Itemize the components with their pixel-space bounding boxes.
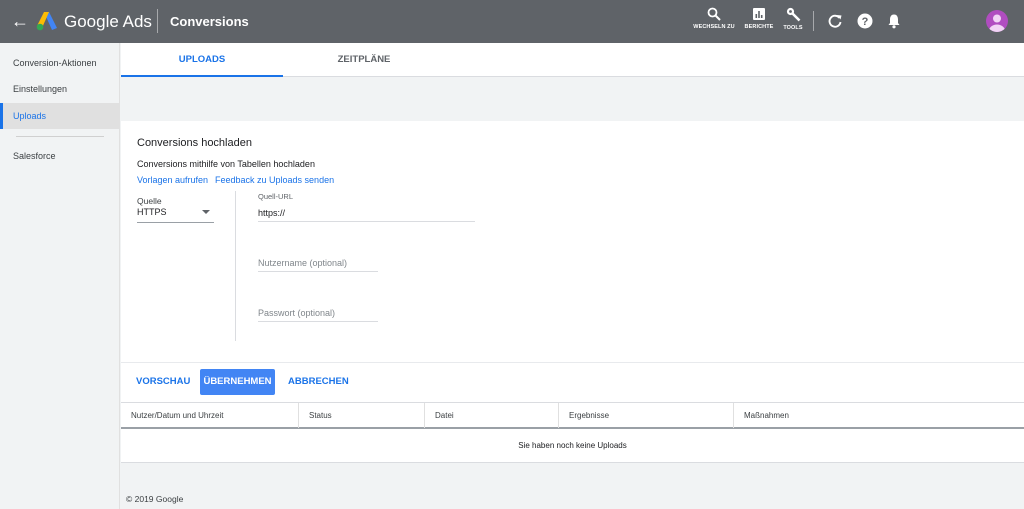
header-divider xyxy=(813,11,814,31)
help-icon[interactable]: ? xyxy=(857,13,873,29)
cancel-button[interactable]: ABBRECHEN xyxy=(288,370,349,394)
sidebar-item-conversion-actions[interactable]: Conversion-Aktionen xyxy=(0,50,120,76)
switch-to-button[interactable]: WECHSELN ZU xyxy=(692,7,736,37)
source-value: HTTPS xyxy=(137,207,167,217)
form-divider xyxy=(235,191,236,341)
sidebar-item-salesforce[interactable]: Salesforce xyxy=(0,143,120,169)
column-header[interactable]: Nutzer/Datum und Uhrzeit xyxy=(121,403,299,428)
google-ads-logo xyxy=(36,12,57,31)
column-header[interactable]: Status xyxy=(299,403,425,428)
tools-label: TOOLS xyxy=(783,25,803,31)
search-icon xyxy=(707,7,721,21)
empty-state-message: Sie haben noch keine Uploads xyxy=(121,429,1024,463)
upload-subtitle: Conversions mithilfe von Tabellen hochla… xyxy=(137,159,315,169)
upload-title: Conversions hochladen xyxy=(137,137,252,149)
source-select[interactable]: HTTPS xyxy=(137,205,214,223)
preview-button[interactable]: VORSCHAU xyxy=(136,370,190,394)
sidebar-divider xyxy=(16,136,104,137)
reports-button[interactable]: BERICHTE xyxy=(744,7,774,37)
sidebar-item-uploads[interactable]: Uploads xyxy=(0,103,120,129)
column-header[interactable]: Ergebnisse xyxy=(559,403,734,428)
send-feedback-link[interactable]: Feedback zu Uploads senden xyxy=(215,175,334,185)
account-avatar[interactable] xyxy=(986,10,1008,32)
header-divider xyxy=(157,9,158,33)
upload-card: Conversions hochladen Conversions mithil… xyxy=(121,121,1024,463)
source-url-label: Quell-URL xyxy=(258,192,294,201)
svg-text:?: ? xyxy=(862,16,869,28)
tab-uploads[interactable]: UPLOADS xyxy=(121,43,283,77)
back-arrow-icon[interactable]: ← xyxy=(11,11,29,31)
sidebar-nav: Conversion-Aktionen Einstellungen Upload… xyxy=(0,43,120,509)
top-app-bar: ← Google Ads Conversions WECHSELN ZU BER… xyxy=(0,0,1024,43)
page-title: Conversions xyxy=(170,14,249,29)
apply-button[interactable]: ÜBERNEHMEN xyxy=(200,369,275,395)
card-divider xyxy=(121,362,1024,363)
uploads-table-header: Nutzer/Datum und Uhrzeit Status Datei Er… xyxy=(121,402,1024,429)
password-input[interactable] xyxy=(258,304,378,322)
switch-to-label: WECHSELN ZU xyxy=(693,24,735,30)
tab-bar: UPLOADS ZEITPLÄNE xyxy=(121,43,1024,77)
sidebar-item-settings[interactable]: Einstellungen xyxy=(0,76,120,102)
reports-icon xyxy=(753,8,765,20)
notifications-icon[interactable] xyxy=(886,13,902,29)
copyright-footer: © 2019 Google xyxy=(126,494,184,504)
brand-name: Google Ads xyxy=(64,12,152,31)
column-header[interactable]: Maßnahmen xyxy=(734,403,1024,428)
username-input[interactable] xyxy=(258,254,378,272)
wrench-icon xyxy=(786,7,800,22)
user-icon xyxy=(989,14,1005,32)
source-url-input[interactable] xyxy=(258,204,475,222)
column-header[interactable]: Datei xyxy=(425,403,559,428)
refresh-icon[interactable] xyxy=(827,13,843,29)
reports-label: BERICHTE xyxy=(744,24,774,30)
chevron-down-icon xyxy=(202,210,210,214)
view-templates-link[interactable]: Vorlagen aufrufen xyxy=(137,175,208,185)
tab-schedules[interactable]: ZEITPLÄNE xyxy=(283,43,445,77)
tools-button[interactable]: TOOLS xyxy=(782,7,804,37)
